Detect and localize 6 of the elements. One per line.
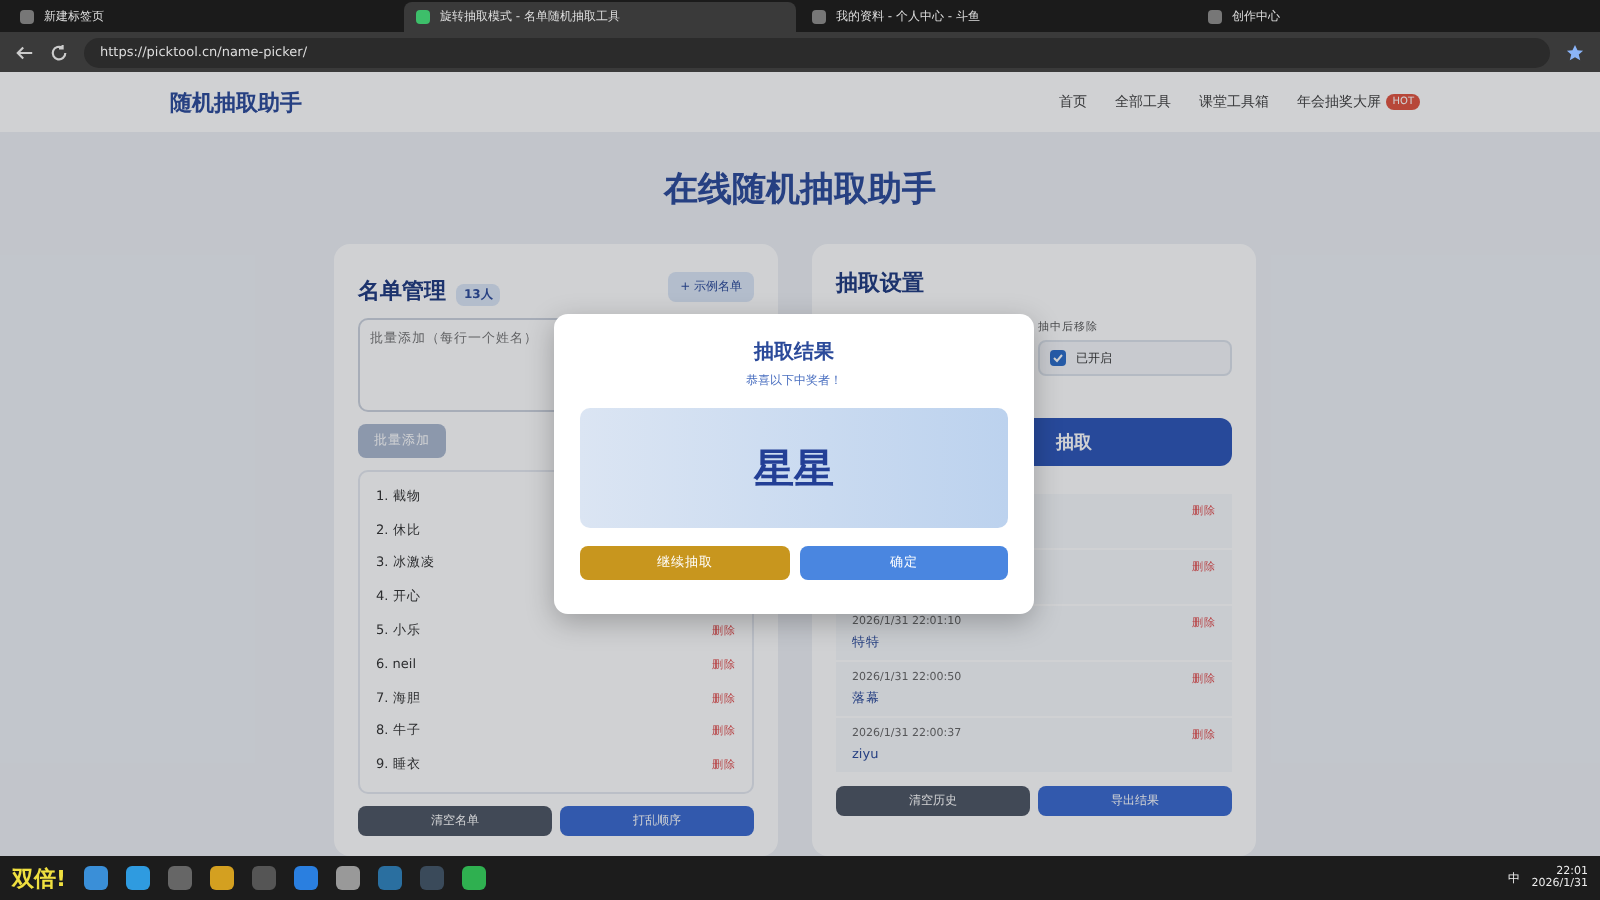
winner-name: 星星 [580, 408, 1008, 528]
dialog-title: 抽取结果 [751, 339, 836, 366]
card-title: 抽取设置 [836, 268, 926, 298]
overlay-text: 双倍! [12, 863, 67, 893]
card-title: 名单管理 [358, 278, 446, 304]
page-title: 在线随机抽取助手 [661, 167, 938, 213]
